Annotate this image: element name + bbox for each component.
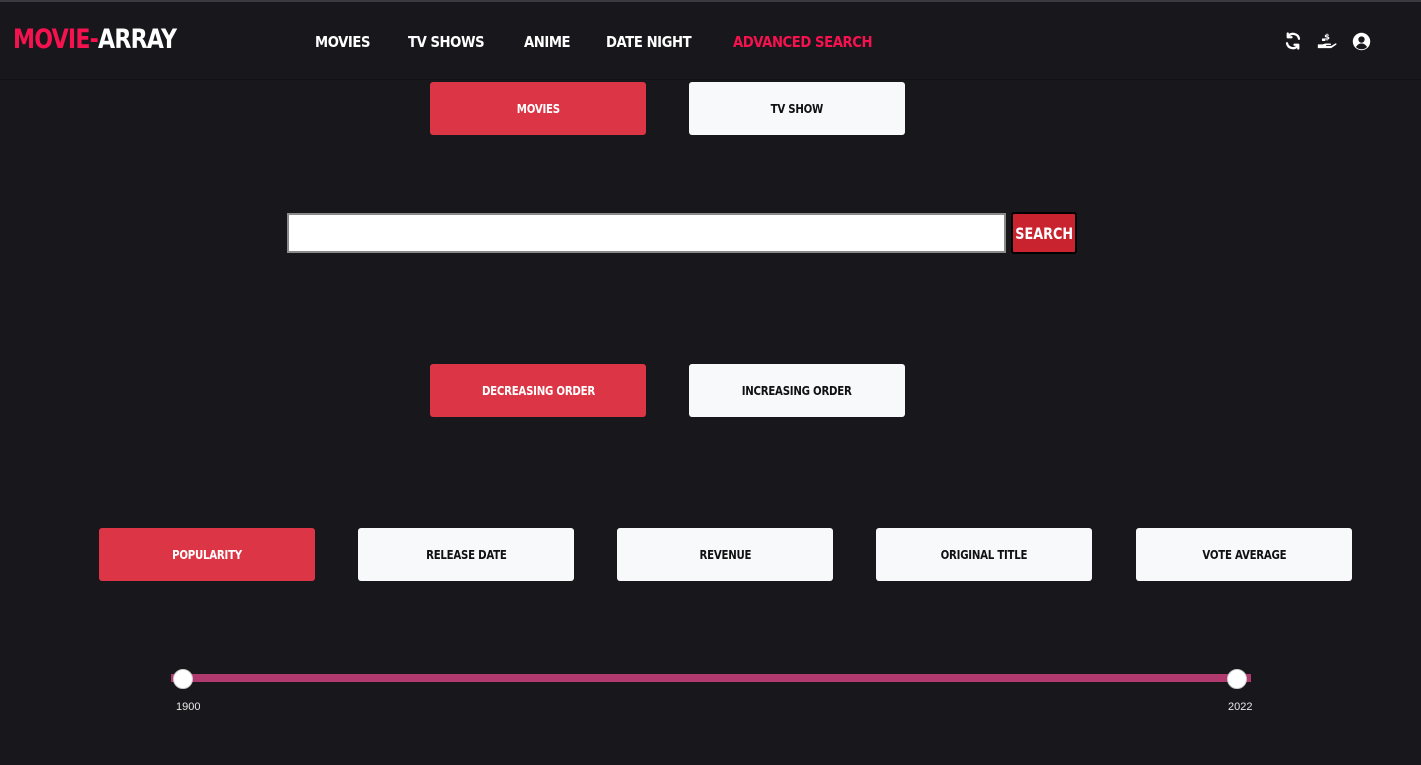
nav-advanced-search[interactable]: ADVANCED SEARCH [733,33,872,51]
nav-tv-shows[interactable]: TV SHOWS [408,33,485,51]
sort-original-title-label: ORIGINAL TITLE [940,547,1028,562]
user-account-icon[interactable] [1351,31,1371,51]
search-input[interactable] [287,213,1006,253]
sort-release-date-label: RELEASE DATE [425,547,507,562]
sort-vote-average-label: VOTE AVERAGE [1202,547,1286,562]
sort-popularity-button[interactable]: POPULARITY [99,528,315,581]
sort-revenue-label: REVENUE [699,547,751,562]
sort-popularity-label: POPULARITY [172,547,242,562]
media-type-movies-label: MOVIES [516,101,560,116]
year-range-max-handle[interactable] [1227,669,1247,689]
site-logo[interactable]: MOVIE-ARRAY [13,24,177,55]
donate-icon[interactable]: $ [1317,31,1337,51]
refresh-icon[interactable] [1283,31,1303,51]
year-range-slider-track[interactable] [171,674,1251,682]
sort-revenue-button[interactable]: REVENUE [617,528,833,581]
logo-text: ARRAY [98,24,177,55]
sort-release-date-button[interactable]: RELEASE DATE [358,528,574,581]
year-range-min-handle[interactable] [173,669,193,689]
main-nav: MOVIES TV SHOWS ANIME DATE NIGHT ADVANCE… [315,33,921,51]
increasing-order-label: INCREASING ORDER [742,383,852,398]
search-button-label: SEARCH [1015,223,1073,243]
search-button[interactable]: SEARCH [1011,212,1077,254]
sort-original-title-button[interactable]: ORIGINAL TITLE [876,528,1092,581]
nav-date-night[interactable]: DATE NIGHT [606,33,692,51]
header-icons: $ [1283,31,1371,51]
logo-accent-text: MOVIE- [13,24,99,55]
media-type-tv-show-label: TV SHOW [770,101,824,116]
top-navbar: MOVIE-ARRAY MOVIES TV SHOWS ANIME DATE N… [0,2,1421,80]
media-type-movies-button[interactable]: MOVIES [430,82,646,135]
nav-movies[interactable]: MOVIES [315,33,370,51]
media-type-tv-show-button[interactable]: TV SHOW [689,82,905,135]
nav-anime[interactable]: ANIME [524,33,571,51]
year-range-min-label: 1900 [176,701,201,713]
year-range-max-label: 2022 [1228,701,1253,713]
sort-vote-average-button[interactable]: VOTE AVERAGE [1136,528,1352,581]
decreasing-order-button[interactable]: DECREASING ORDER [430,364,646,417]
decreasing-order-label: DECREASING ORDER [481,383,595,398]
increasing-order-button[interactable]: INCREASING ORDER [689,364,905,417]
